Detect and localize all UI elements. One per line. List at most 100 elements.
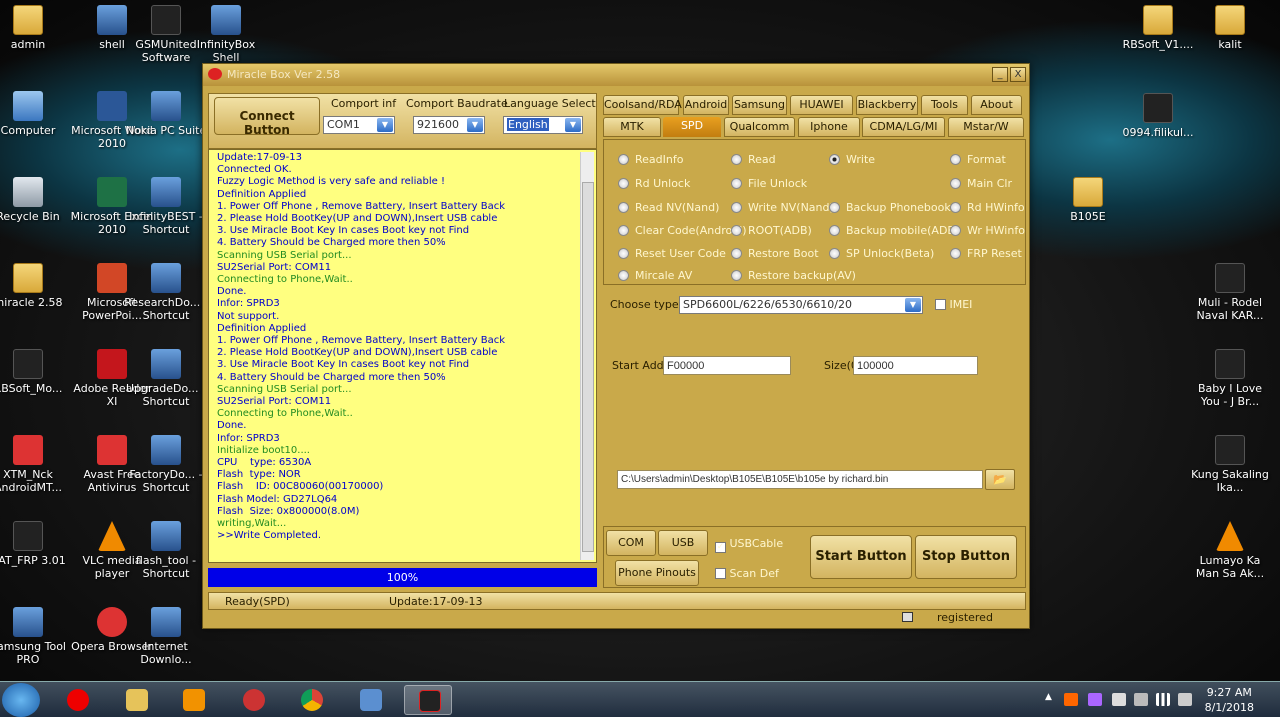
radio-dot[interactable] (829, 225, 840, 236)
radio-dot[interactable] (950, 202, 961, 213)
tab-samsung[interactable]: Samsung (732, 95, 787, 115)
radio-wr-hwinfo[interactable]: Wr HWinfo (950, 224, 1025, 237)
tab-mtk[interactable]: MTK (603, 117, 661, 137)
taskbar-opera[interactable] (53, 685, 101, 715)
radio-backup-phonebook[interactable]: Backup Phonebook (829, 201, 951, 214)
tab-blackberry[interactable]: Blackberry (856, 95, 918, 115)
taskbar-chrome[interactable] (287, 685, 335, 715)
window-titlebar[interactable]: Miracle Box Ver 2.58 _ X (203, 64, 1029, 86)
tab-coolsand-rda[interactable]: Coolsand/RDA (603, 95, 682, 115)
tab-iphone[interactable]: Iphone (798, 117, 860, 137)
desktop-icon[interactable]: InfinityBox Shell (184, 5, 268, 64)
radio-dot[interactable] (618, 225, 629, 236)
log-output[interactable]: Update:17-09-13 Connected OK. Fuzzy Logic … (208, 149, 597, 563)
radio-restore-boot[interactable]: Restore Boot (731, 247, 819, 260)
start-addr-input[interactable] (663, 356, 791, 375)
desktop-icon[interactable]: FactoryDo... - Shortcut (124, 435, 208, 494)
radio-readinfo[interactable]: ReadInfo (618, 153, 683, 166)
radio-dot[interactable] (950, 248, 961, 259)
scan-def-check[interactable] (715, 568, 726, 579)
tab-tools[interactable]: Tools (921, 95, 968, 115)
desktop-icon[interactable]: kalit (1188, 5, 1272, 51)
tab-mstar-w[interactable]: Mstar/W (948, 117, 1024, 137)
radio-dot[interactable] (618, 178, 629, 189)
radio-mircale-av[interactable]: Mircale AV (618, 269, 692, 282)
scrollbar-thumb[interactable] (582, 182, 594, 552)
radio-dot[interactable] (829, 202, 840, 213)
desktop-icon[interactable]: flash_tool - Shortcut (124, 521, 208, 580)
usbcable-check[interactable]: ✓ (715, 542, 726, 553)
desktop-icon[interactable]: B105E (1046, 177, 1130, 223)
imei-checkbox[interactable]: IMEI (935, 298, 972, 311)
radio-rd-hwinfo[interactable]: Rd HWinfo (950, 201, 1025, 214)
desktop-icon[interactable]: admin (0, 5, 70, 51)
radio-dot[interactable] (829, 154, 840, 165)
taskbar-miracle[interactable] (404, 685, 452, 715)
radio-dot[interactable] (731, 154, 742, 165)
desktop-icon[interactable]: Samsung Tool PRO (0, 607, 70, 666)
size-input[interactable] (853, 356, 978, 375)
radio-write-nv-nand[interactable]: Write NV(Nand) (731, 201, 834, 214)
desktop-icon[interactable]: Baby I Love You - J Br... (1188, 349, 1272, 408)
tab-android[interactable]: Android (683, 95, 729, 115)
desktop-icon[interactable]: UpgradeDo... - Shortcut (124, 349, 208, 408)
usb-tray-icon[interactable] (1134, 693, 1148, 706)
feather-tray-icon[interactable] (1088, 693, 1102, 706)
usbcable-checkbox[interactable]: ✓ USBCable (715, 537, 783, 553)
radio-dot[interactable] (950, 225, 961, 236)
start-button-windows-icon[interactable] (2, 683, 40, 717)
show-hidden-icons-icon[interactable]: ▲ (1045, 692, 1052, 702)
radio-dot[interactable] (731, 270, 742, 281)
radio-clear-code-android[interactable]: Clear Code(Android) (618, 224, 747, 237)
taskbar-media-player[interactable] (169, 685, 217, 715)
radio-dot[interactable] (618, 154, 629, 165)
start-button[interactable]: Start Button (810, 535, 912, 579)
comport-inf-select[interactable]: COM1 ▼ (323, 116, 395, 134)
radio-dot[interactable] (950, 178, 961, 189)
log-scrollbar[interactable] (580, 152, 594, 560)
desktop-icon[interactable]: Lumayo Ka Man Sa Ak... (1188, 521, 1272, 580)
file-path-input[interactable] (617, 470, 983, 489)
minimize-button[interactable]: _ (992, 67, 1008, 82)
radio-dot[interactable] (731, 202, 742, 213)
tab-about[interactable]: About (971, 95, 1022, 115)
radio-sp-unlock-beta[interactable]: SP Unlock(Beta) (829, 247, 934, 260)
desktop-icon[interactable]: Muli - Rodel Naval KAR... (1188, 263, 1272, 322)
radio-dot[interactable] (731, 248, 742, 259)
action-center-icon[interactable] (1112, 693, 1126, 706)
desktop-icon[interactable]: miracle 2.58 (0, 263, 70, 309)
clock[interactable]: 9:27 AM 8/1/2018 (1205, 685, 1254, 715)
radio-dot[interactable] (618, 248, 629, 259)
choose-type-select[interactable]: SPD6600L/6226/6530/6610/20 ▼ (679, 296, 923, 314)
radio-main-clr[interactable]: Main Clr (950, 177, 1012, 190)
radio-dot[interactable] (618, 270, 629, 281)
desktop-icon[interactable]: UAT_FRP 3.01 (0, 521, 70, 567)
taskbar-snipping[interactable] (229, 685, 277, 715)
close-button[interactable]: X (1010, 67, 1026, 82)
radio-dot[interactable] (950, 154, 961, 165)
desktop-icon[interactable]: RBSoft_Mo... (0, 349, 70, 395)
stop-button[interactable]: Stop Button (915, 535, 1017, 579)
taskbar-network[interactable] (346, 685, 394, 715)
avast-tray-icon[interactable] (1064, 693, 1078, 706)
radio-dot[interactable] (829, 248, 840, 259)
radio-file-unlock[interactable]: File Unlock (731, 177, 807, 190)
scan-def-checkbox[interactable]: Scan Def (715, 567, 779, 580)
desktop-icon[interactable]: Kung Sakaling Ika... (1188, 435, 1272, 494)
radio-write[interactable]: Write (829, 153, 875, 166)
signal-icon[interactable] (1156, 693, 1170, 706)
desktop-icon[interactable]: XTM_Nck AndroidMT... (0, 435, 70, 494)
tab-cdma-lg-mi[interactable]: CDMA/LG/MI (862, 117, 945, 137)
phone-pinouts-button[interactable]: Phone Pinouts (615, 560, 699, 586)
tab-qualcomm[interactable]: Qualcomm (724, 117, 795, 137)
desktop-icon[interactable]: Computer (0, 91, 70, 137)
taskbar-explorer[interactable] (112, 685, 160, 715)
desktop-icon[interactable]: InfinityBEST - Shortcut (124, 177, 208, 236)
radio-frp-reset[interactable]: FRP Reset (950, 247, 1022, 260)
radio-dot[interactable] (618, 202, 629, 213)
radio-backup-mobile-adb[interactable]: Backup mobile(ADB) (829, 224, 959, 237)
radio-read-nv-nand[interactable]: Read NV(Nand) (618, 201, 719, 214)
desktop-icon[interactable]: 0994.filikul... (1116, 93, 1200, 139)
open-file-button[interactable]: 📂 (985, 469, 1015, 490)
radio-restore-backup-av[interactable]: Restore backup(AV) (731, 269, 856, 282)
